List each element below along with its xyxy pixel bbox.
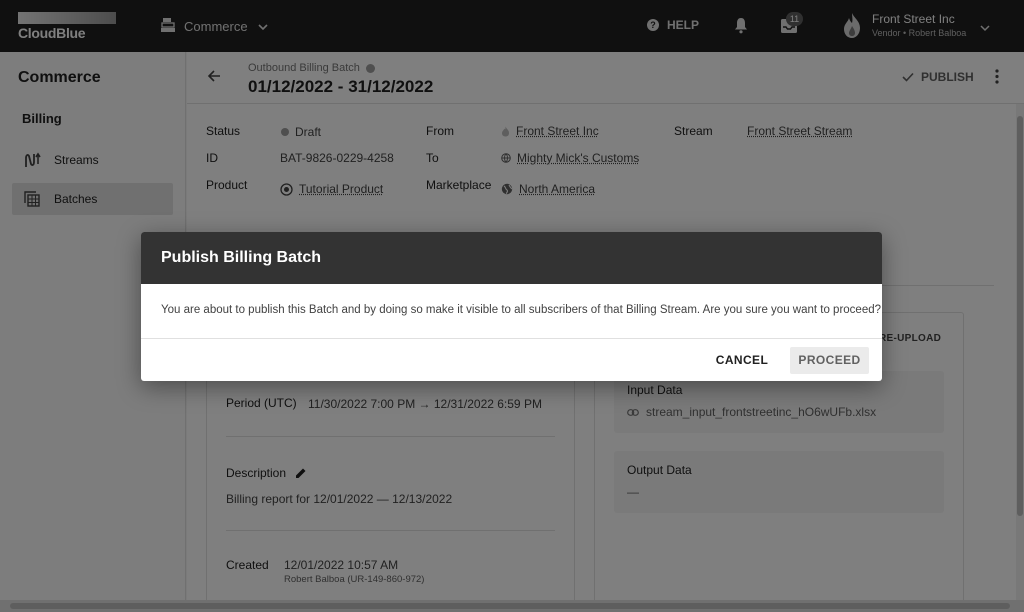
- dialog-title: Publish Billing Batch: [141, 232, 882, 284]
- dialog-message: You are about to publish this Batch and …: [141, 284, 882, 339]
- publish-dialog: Publish Billing Batch You are about to p…: [141, 232, 882, 381]
- cancel-button[interactable]: CANCEL: [711, 347, 773, 374]
- dialog-actions: CANCEL PROCEED: [141, 339, 882, 381]
- proceed-button[interactable]: PROCEED: [790, 347, 869, 374]
